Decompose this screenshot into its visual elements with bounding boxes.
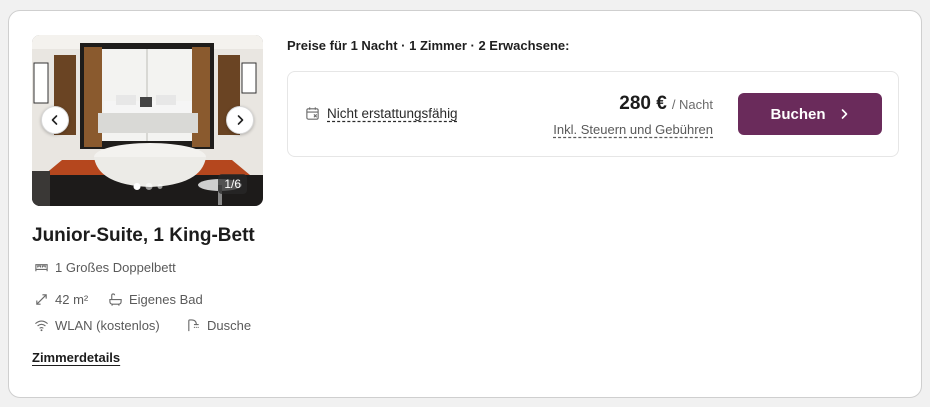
price-per-night: / Nacht — [671, 97, 713, 112]
carousel-prev-button[interactable] — [41, 106, 69, 134]
rate-offer: Nicht erstattungsfähig 280 € / Nacht Ink… — [287, 71, 899, 157]
room-card: 1/6 Junior-Suite, 1 King-Bett 1 Großes D… — [8, 10, 922, 398]
carousel-dot[interactable] — [145, 183, 152, 190]
carousel-dot-active[interactable] — [133, 183, 140, 190]
price-display: 280 € / Nacht — [619, 93, 713, 115]
book-button[interactable]: Buchen — [738, 93, 882, 135]
amenity-shower: Dusche — [186, 318, 251, 333]
amenity-bed: 1 Großes Doppelbett — [34, 260, 176, 275]
price-amount: 280 € — [619, 93, 667, 114]
amenity-bath-label: Eigenes Bad — [129, 292, 203, 307]
amenity-bed-label: 1 Großes Doppelbett — [55, 260, 176, 275]
bed-icon — [35, 264, 48, 272]
price-heading: Preise für 1 Nacht · 1 Zimmer · 2 Erwach… — [287, 38, 570, 53]
amenity-wifi: WLAN (kostenlos) — [34, 318, 160, 333]
expand-arrows-icon — [36, 294, 47, 305]
wifi-icon — [35, 320, 48, 332]
room-details-link[interactable]: Zimmerdetails — [32, 350, 120, 365]
amenity-wifi-label: WLAN (kostenlos) — [55, 318, 160, 333]
carousel-counter: 1/6 — [218, 174, 247, 194]
carousel-dots — [133, 183, 162, 190]
amenity-size: 42 m² — [34, 292, 88, 307]
calendar-x-icon — [306, 107, 319, 120]
refund-policy-label: Nicht erstattungsfähig — [327, 106, 458, 121]
chevron-right-icon — [841, 109, 847, 119]
room-photo-carousel[interactable]: 1/6 — [32, 35, 263, 206]
chevron-right-icon — [237, 115, 244, 125]
taxes-fees-link[interactable]: Inkl. Steuern und Gebühren — [553, 122, 713, 137]
bathtub-icon — [109, 293, 122, 306]
carousel-dot[interactable] — [157, 184, 162, 189]
amenity-shower-label: Dusche — [207, 318, 252, 333]
amenity-size-label: 42 m² — [55, 292, 89, 307]
carousel-next-button[interactable] — [226, 106, 254, 134]
chevron-left-icon — [51, 115, 58, 125]
room-title: Junior-Suite, 1 King-Bett — [32, 225, 255, 246]
refund-policy[interactable]: Nicht erstattungsfähig — [305, 106, 458, 121]
book-button-label: Buchen — [770, 105, 826, 123]
amenity-bath: Eigenes Bad — [108, 292, 203, 307]
shower-icon — [188, 319, 199, 332]
